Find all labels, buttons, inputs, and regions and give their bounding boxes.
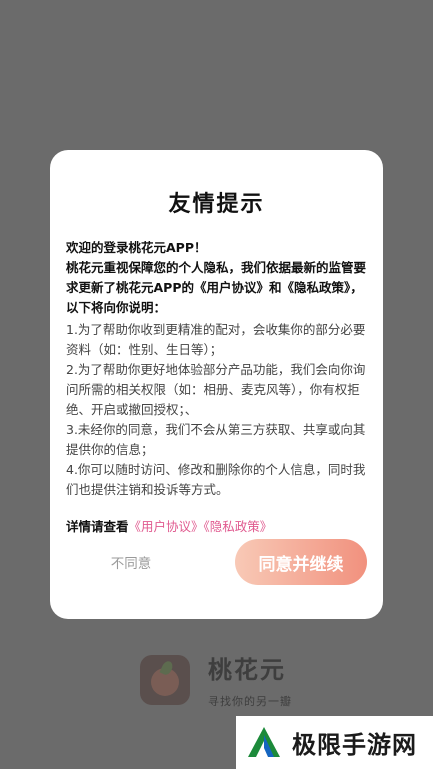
user-agreement-link[interactable]: 《用户协议》 — [129, 519, 204, 534]
app-slogan: 寻找你的另一瓣 — [208, 695, 292, 708]
terms-item: 1.为了帮助你收到更精准的配对，会收集你的部分必要资料（如：性别、生日等）； — [66, 322, 366, 357]
dialog-actions: 不同意 同意并继续 — [66, 539, 367, 585]
dialog-title: 友情提示 — [168, 192, 265, 217]
disagree-button[interactable]: 不同意 — [66, 552, 196, 572]
terms-item: 4.你可以随时访问、修改和删除你的个人信息，同时我们也提供注销和投诉等方式。 — [66, 462, 366, 497]
terms-item: 3.未经你的同意，我们不会从第三方获取、共享或向其提供你的信息； — [66, 422, 366, 457]
intro-line: 欢迎的登录桃花元APP！ — [66, 240, 207, 255]
app-logo-icon — [140, 654, 190, 705]
terms-list: 1.为了帮助你收到更精准的配对，会收集你的部分必要资料（如：性别、生日等）； 2… — [66, 320, 367, 500]
details-label: 详情请查看 — [66, 519, 129, 534]
watermark: 极限手游网 — [236, 716, 433, 769]
app-name: 桃花元 — [208, 656, 286, 684]
watermark-text: 极限手游网 — [292, 731, 417, 759]
brand-text: 桃花元 寻找你的另一瓣 — [208, 650, 292, 709]
details-line: 详情请查看《用户协议》《隐私政策》 — [66, 516, 367, 535]
agree-continue-button[interactable]: 同意并继续 — [235, 539, 367, 585]
privacy-policy-link[interactable]: 《隐私政策》 — [204, 519, 273, 534]
terms-item: 2.为了帮助你更好地体验部分产品功能，我们会向你询问所需的相关权限（如：相册、麦… — [66, 362, 366, 417]
intro-line: 桃花元重视保障您的个人隐私，我们依据最新的监管要求更新了桃花元APP的《用户协议… — [66, 260, 367, 315]
privacy-dialog: 友情提示 欢迎的登录桃花元APP！ 桃花元重视保障您的个人隐私，我们依据最新的监… — [50, 150, 383, 619]
dialog-intro: 欢迎的登录桃花元APP！ 桃花元重视保障您的个人隐私，我们依据最新的监管要求更新… — [66, 238, 367, 318]
splash-brand: 桃花元 寻找你的另一瓣 — [140, 650, 292, 709]
watermark-logo-icon — [248, 726, 280, 757]
